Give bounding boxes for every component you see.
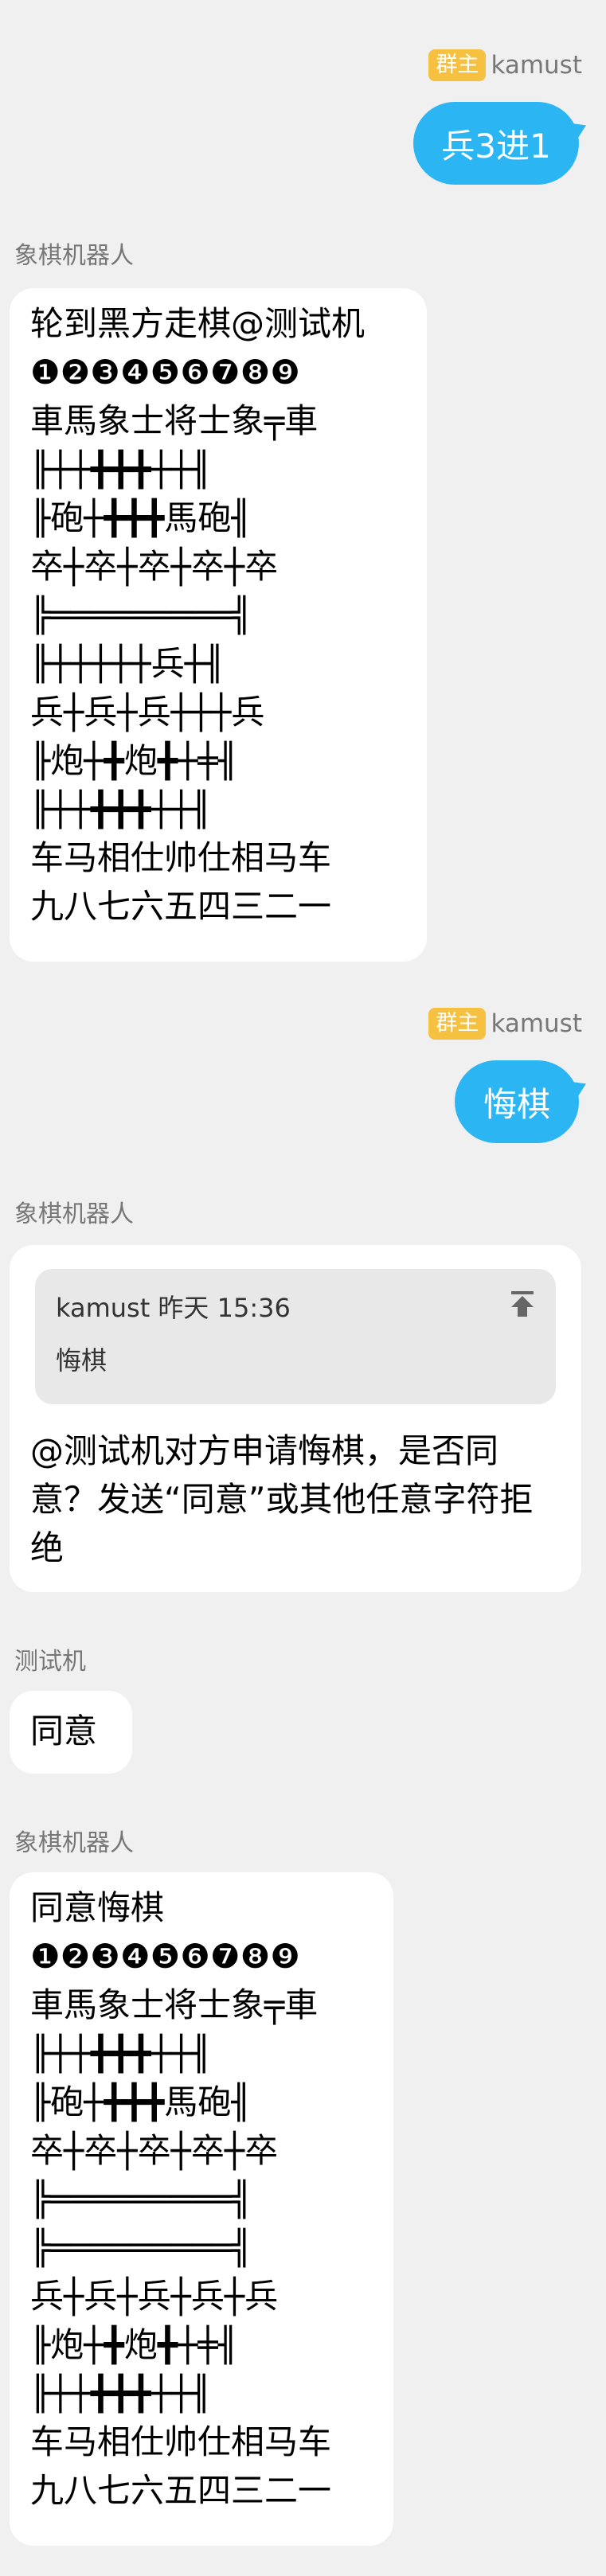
board-line: ╟┼┼╋╋╋┼┼╢ — [30, 790, 212, 829]
incoming-message-bubble[interactable]: 轮到黑方走棋@测试机 ❶❷❸❹❺❻❼❽❾ 車馬象士将士象╤車 ╟┼┼╋╋╋┼┼╢… — [10, 288, 427, 962]
sender-name[interactable]: 测试机 — [14, 1641, 86, 1676]
sender-name[interactable]: 象棋机器人 — [14, 236, 134, 271]
board-line: ╟炮┼╋炮╋┼╪╢ — [30, 741, 239, 780]
board-line: 車馬象士将士象╤車 — [30, 401, 319, 440]
outgoing-message-bubble[interactable]: 兵3进1 — [413, 102, 591, 185]
board-line: ╟┼┼╋╋╋┼┼╢ — [30, 2374, 212, 2413]
message-text: 兵3进1 — [441, 126, 551, 166]
board-line: ╟砲┼╋╋╋馬砲╢ — [30, 498, 252, 537]
board-line: 九八七六五四三二一 — [30, 2471, 332, 2510]
board-line: ╟┼┼┼┼┼兵┼╢ — [30, 644, 225, 683]
incoming-message-bubble[interactable]: kamust 昨天 15:36 悔棋 @测试机对方申请悔棋，是否同意？发送“同意… — [10, 1245, 581, 1592]
board-line: ╟┼┼╋╋╋┼┼╢ — [30, 2034, 212, 2073]
board-line: 轮到黑方走棋@测试机 — [30, 304, 366, 343]
board-line: ╠═════════╣ — [30, 2180, 252, 2219]
chess-board-text: 轮到黑方走棋@测试机 ❶❷❸❹❺❻❼❽❾ 車馬象士将士象╤車 ╟┼┼╋╋╋┼┼╢… — [10, 288, 427, 931]
incoming-message-bubble[interactable]: 同意 — [10, 1691, 132, 1774]
board-line: 车马相仕帅仕相马车 — [30, 838, 332, 877]
chess-board-text: 同意悔棋 ❶❷❸❹❺❻❼❽❾ 車馬象士将士象╤車 ╟┼┼╋╋╋┼┼╢ ╟砲┼╋╋… — [10, 1872, 393, 2515]
bubble-tail — [565, 1073, 591, 1102]
bubble-tail — [565, 115, 591, 143]
board-line: 卒┼卒┼卒┼卒┼卒 — [30, 2131, 279, 2170]
board-line: 兵┼兵┼兵┼┼┼兵 — [30, 693, 265, 732]
quote-header: kamust 昨天 15:36 — [56, 1293, 291, 1323]
sender-name[interactable]: kamust — [491, 51, 582, 80]
incoming-message-bubble[interactable]: 同意悔棋 ❶❷❸❹❺❻❼❽❾ 車馬象士将士象╤車 ╟┼┼╋╋╋┼┼╢ ╟砲┼╋╋… — [10, 1872, 393, 2546]
board-line: 卒┼卒┼卒┼卒┼卒 — [30, 547, 279, 586]
board-line: ╟炮┼╋炮╋┼╪╢ — [30, 2325, 239, 2364]
board-line: ❶❷❸❹❺❻❼❽❾ — [30, 353, 300, 392]
message-text: 同意 — [30, 1711, 98, 1751]
sender-line: 群主 kamust — [428, 1008, 582, 1040]
board-line: ❶❷❸❹❺❻❼❽❾ — [30, 1937, 300, 1976]
sender-name[interactable]: 象棋机器人 — [14, 1194, 134, 1229]
message-text: @测试机对方申请悔棋，是否同意？发送“同意”或其他任意字符拒绝 — [30, 1431, 534, 1567]
owner-badge: 群主 — [428, 1008, 487, 1040]
sender-name[interactable]: kamust — [491, 1009, 582, 1038]
board-line: ╟┼┼╋╋╋┼┼╢ — [30, 450, 212, 489]
board-line: 兵┼兵┼兵┼兵┼兵 — [30, 2277, 279, 2316]
jump-to-top-icon[interactable] — [506, 1288, 538, 1320]
board-line: 车马相仕帅仕相马车 — [30, 2422, 332, 2461]
board-line: 同意悔棋 — [30, 1888, 165, 1927]
quote-body: 悔棋 — [56, 1345, 108, 1376]
outgoing-message-bubble[interactable]: 悔棋 — [455, 1060, 591, 1143]
quoted-message[interactable]: kamust 昨天 15:36 悔棋 — [35, 1269, 556, 1404]
sender-name[interactable]: 象棋机器人 — [14, 1823, 134, 1858]
board-line: ╠═════════╣ — [30, 2228, 252, 2267]
sender-line: 群主 kamust — [428, 49, 582, 81]
board-line: ╟砲┼╋╋╋馬砲╢ — [30, 2082, 252, 2121]
board-line: 九八七六五四三二一 — [30, 887, 332, 926]
board-line: ╠═════════╣ — [30, 595, 252, 634]
owner-badge: 群主 — [428, 49, 487, 81]
board-line: 車馬象士将士象╤車 — [30, 1985, 319, 2024]
message-text: 悔棋 — [483, 1084, 550, 1124]
